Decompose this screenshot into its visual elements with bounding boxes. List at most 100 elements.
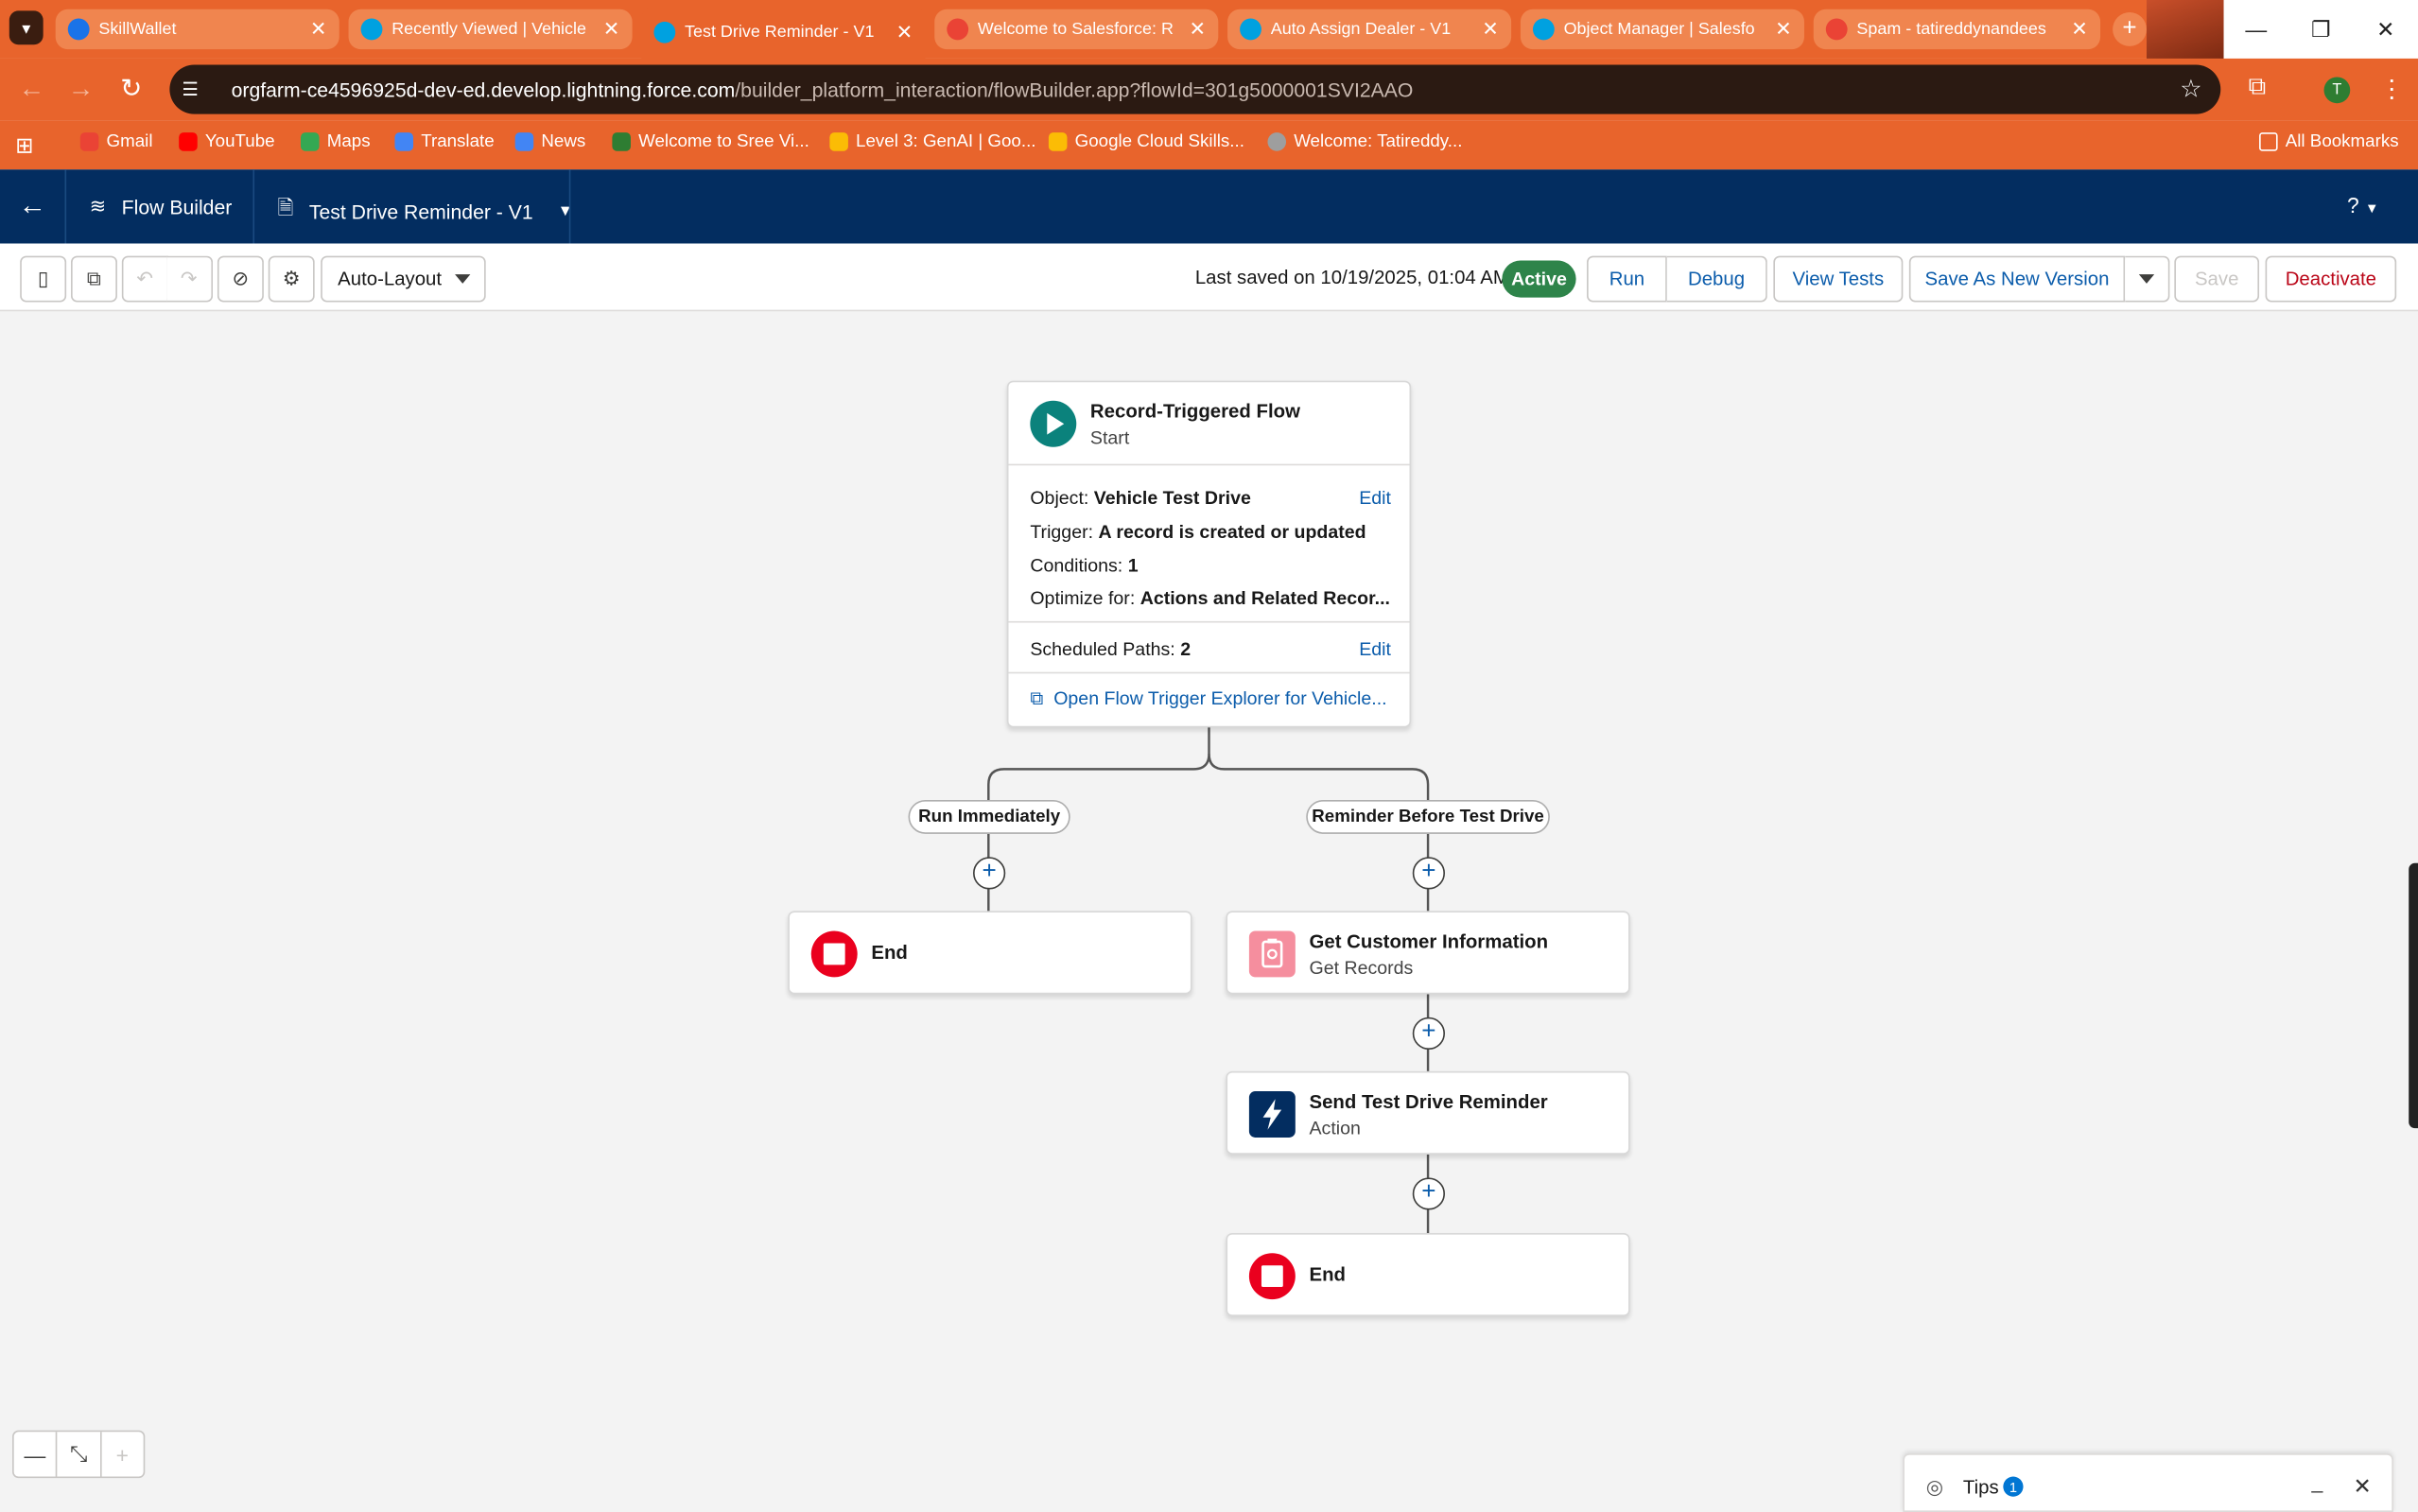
browser-tab[interactable]: Object Manager | Salesfo ✕ [1520,9,1804,50]
bookmark-cloud-skills[interactable]: Google Cloud Skills... [1048,132,1244,151]
action-node[interactable]: Send Test Drive Reminder Action [1226,1070,1630,1155]
restore-window-icon[interactable]: ❐ [2288,0,2353,59]
help-menu[interactable]: ? ▼ [2347,193,2379,217]
tips-panel[interactable]: ◎ Tips 1 _ ✕ [1903,1453,2393,1512]
close-icon[interactable]: ✕ [2354,1473,2372,1500]
errors-icon[interactable]: ⊘ [217,255,264,303]
minimize-icon[interactable]: _ [2311,1470,2322,1493]
tab-title: Auto Assign Dealer - V1 [1270,20,1452,39]
get-records-node[interactable]: Get Customer Information Get Records [1226,911,1630,995]
salesforce-favicon-icon [1240,18,1261,41]
add-element-icon[interactable]: + [1412,857,1446,890]
address-bar[interactable]: ☰ orgfarm-ce4596925d-dev-ed.develop.ligh… [169,64,2221,114]
forward-arrow-icon[interactable]: → [68,74,95,105]
copy-icon[interactable]: ⧉ [71,255,117,303]
settings-gear-icon[interactable]: ⚙ [268,255,315,303]
close-tab-icon[interactable]: ✕ [310,17,327,42]
maps-icon [300,132,320,151]
close-tab-icon[interactable]: ✕ [603,17,620,42]
edit-scheduled-paths-link[interactable]: Edit [1359,638,1391,660]
back-arrow-icon[interactable]: ← [19,74,45,105]
run-button[interactable]: Run [1587,255,1667,303]
close-tab-icon[interactable]: ✕ [1775,17,1792,42]
bookmark-label: Gmail [106,132,153,151]
start-header: Record-Triggered Flow Start [1008,382,1410,466]
zoom-out-icon[interactable]: — [14,1432,58,1477]
bookmark-welcome[interactable]: Welcome: Tatireddy... [1267,132,1462,151]
browser-tab[interactable]: Recently Viewed | Vehicle ✕ [348,9,633,50]
browser-tab[interactable]: Spam - tatireddynandees ✕ [1813,9,2101,50]
edit-object-link[interactable]: Edit [1359,487,1391,509]
app-title: ≋ Flow Builder [90,194,233,218]
flow-name-menu[interactable]: 🗎 Test Drive Reminder - V1 ▼ [278,194,573,228]
apps-grid-icon[interactable]: ⊞ [15,132,33,159]
zoom-controls: — ⤡ + [12,1430,146,1479]
status-badge: Active [1502,260,1576,298]
node-title: Get Customer Information [1309,930,1549,953]
bookmark-sree[interactable]: Welcome to Sree Vi... [612,132,809,151]
object-row: Object: Vehicle Test Drive [1030,487,1251,509]
browser-tab[interactable]: Welcome to Salesforce: R ✕ [934,9,1219,50]
bookmarks-bar: ⊞ Gmail YouTube Maps Translate News Welc… [0,120,2418,170]
deactivate-button[interactable]: Deactivate [2265,255,2397,303]
add-element-icon[interactable]: + [972,857,1006,890]
bookmark-star-icon[interactable]: ☆ [2180,74,2201,105]
close-tab-icon[interactable]: ✕ [1482,17,1499,42]
reload-icon[interactable]: ↻ [120,74,142,105]
bookmark-label: Google Cloud Skills... [1074,132,1244,151]
side-panel-handle[interactable] [2409,862,2418,1129]
browser-tab[interactable]: Auto Assign Dealer - V1 ✕ [1227,9,1512,50]
start-element-card[interactable]: Record-Triggered Flow Start Object: Vehi… [1006,380,1412,728]
end-node-left[interactable]: End [788,911,1192,995]
undo-icon[interactable]: ↶ [121,255,168,303]
debug-button[interactable]: Debug [1666,255,1767,303]
divider [1008,671,1410,674]
browser-menu-icon[interactable]: ⋮ [2379,74,2404,105]
close-tab-icon[interactable]: ✕ [1189,17,1206,42]
bookmark-news[interactable]: News [514,132,585,151]
save-as-new-version-button[interactable]: Save As New Version [1908,255,2126,303]
play-icon [1030,400,1077,447]
tab-search-button[interactable]: ▾ [9,10,43,45]
extensions-icon[interactable]: ⧉ [2249,74,2267,101]
bookmark-maps[interactable]: Maps [300,132,371,151]
start-subtitle: Start [1089,426,1130,449]
site-icon [612,132,631,151]
browser-tab[interactable]: SkillWallet ✕ [55,9,339,50]
tab-title: Spam - tatireddynandees [1856,20,2046,39]
toggle-panel-icon[interactable]: ▯ [20,255,67,303]
bookmark-youtube[interactable]: YouTube [179,132,275,151]
site-info-icon[interactable]: ☰ [182,78,206,100]
layout-mode-value: Auto-Layout [338,268,443,290]
bookmark-gmail[interactable]: Gmail [79,132,153,151]
browser-tab-active[interactable]: Test Drive Reminder - V1 ✕ [641,6,926,59]
bookmark-translate[interactable]: Translate [394,132,495,151]
save-button[interactable]: Save [2174,255,2260,303]
minimize-window-icon[interactable]: — [2224,0,2288,59]
open-trigger-explorer-link[interactable]: ⧉ Open Flow Trigger Explorer for Vehicle… [1030,687,1386,710]
save-options-dropdown[interactable] [2125,255,2170,303]
add-element-icon[interactable]: + [1412,1017,1446,1051]
redo-icon[interactable]: ↷ [166,255,214,303]
profile-avatar[interactable]: T [2323,77,2351,104]
path-label-run-immediately[interactable]: Run Immediately [908,799,1070,834]
new-tab-button[interactable]: + [2113,12,2147,46]
view-tests-button[interactable]: View Tests [1773,255,1904,303]
close-tab-icon[interactable]: ✕ [896,20,913,44]
zoom-in-icon[interactable]: + [101,1432,144,1476]
close-window-icon[interactable]: ✕ [2354,0,2418,59]
add-element-icon[interactable]: + [1412,1177,1446,1210]
flow-name: Test Drive Reminder - V1 [308,200,533,223]
fit-to-view-icon[interactable]: ⤡ [58,1432,102,1477]
all-bookmarks[interactable]: All Bookmarks [2259,132,2399,151]
address-toolbar: ← → ↻ ☰ orgfarm-ce4596925d-dev-ed.develo… [0,58,2418,121]
flow-canvas[interactable]: Record-Triggered Flow Start Object: Vehi… [0,312,2418,1512]
bookmark-genai[interactable]: Level 3: GenAI | Goo... [829,132,1036,151]
close-tab-icon[interactable]: ✕ [2071,17,2088,42]
layout-mode-select[interactable]: Auto-Layout [321,255,486,303]
back-arrow-icon[interactable]: ← [19,189,46,221]
end-node-right[interactable]: End [1226,1233,1630,1317]
path-label-reminder[interactable]: Reminder Before Test Drive [1306,799,1550,834]
bookmark-label: Maps [326,132,371,151]
folder-icon [2259,132,2278,151]
